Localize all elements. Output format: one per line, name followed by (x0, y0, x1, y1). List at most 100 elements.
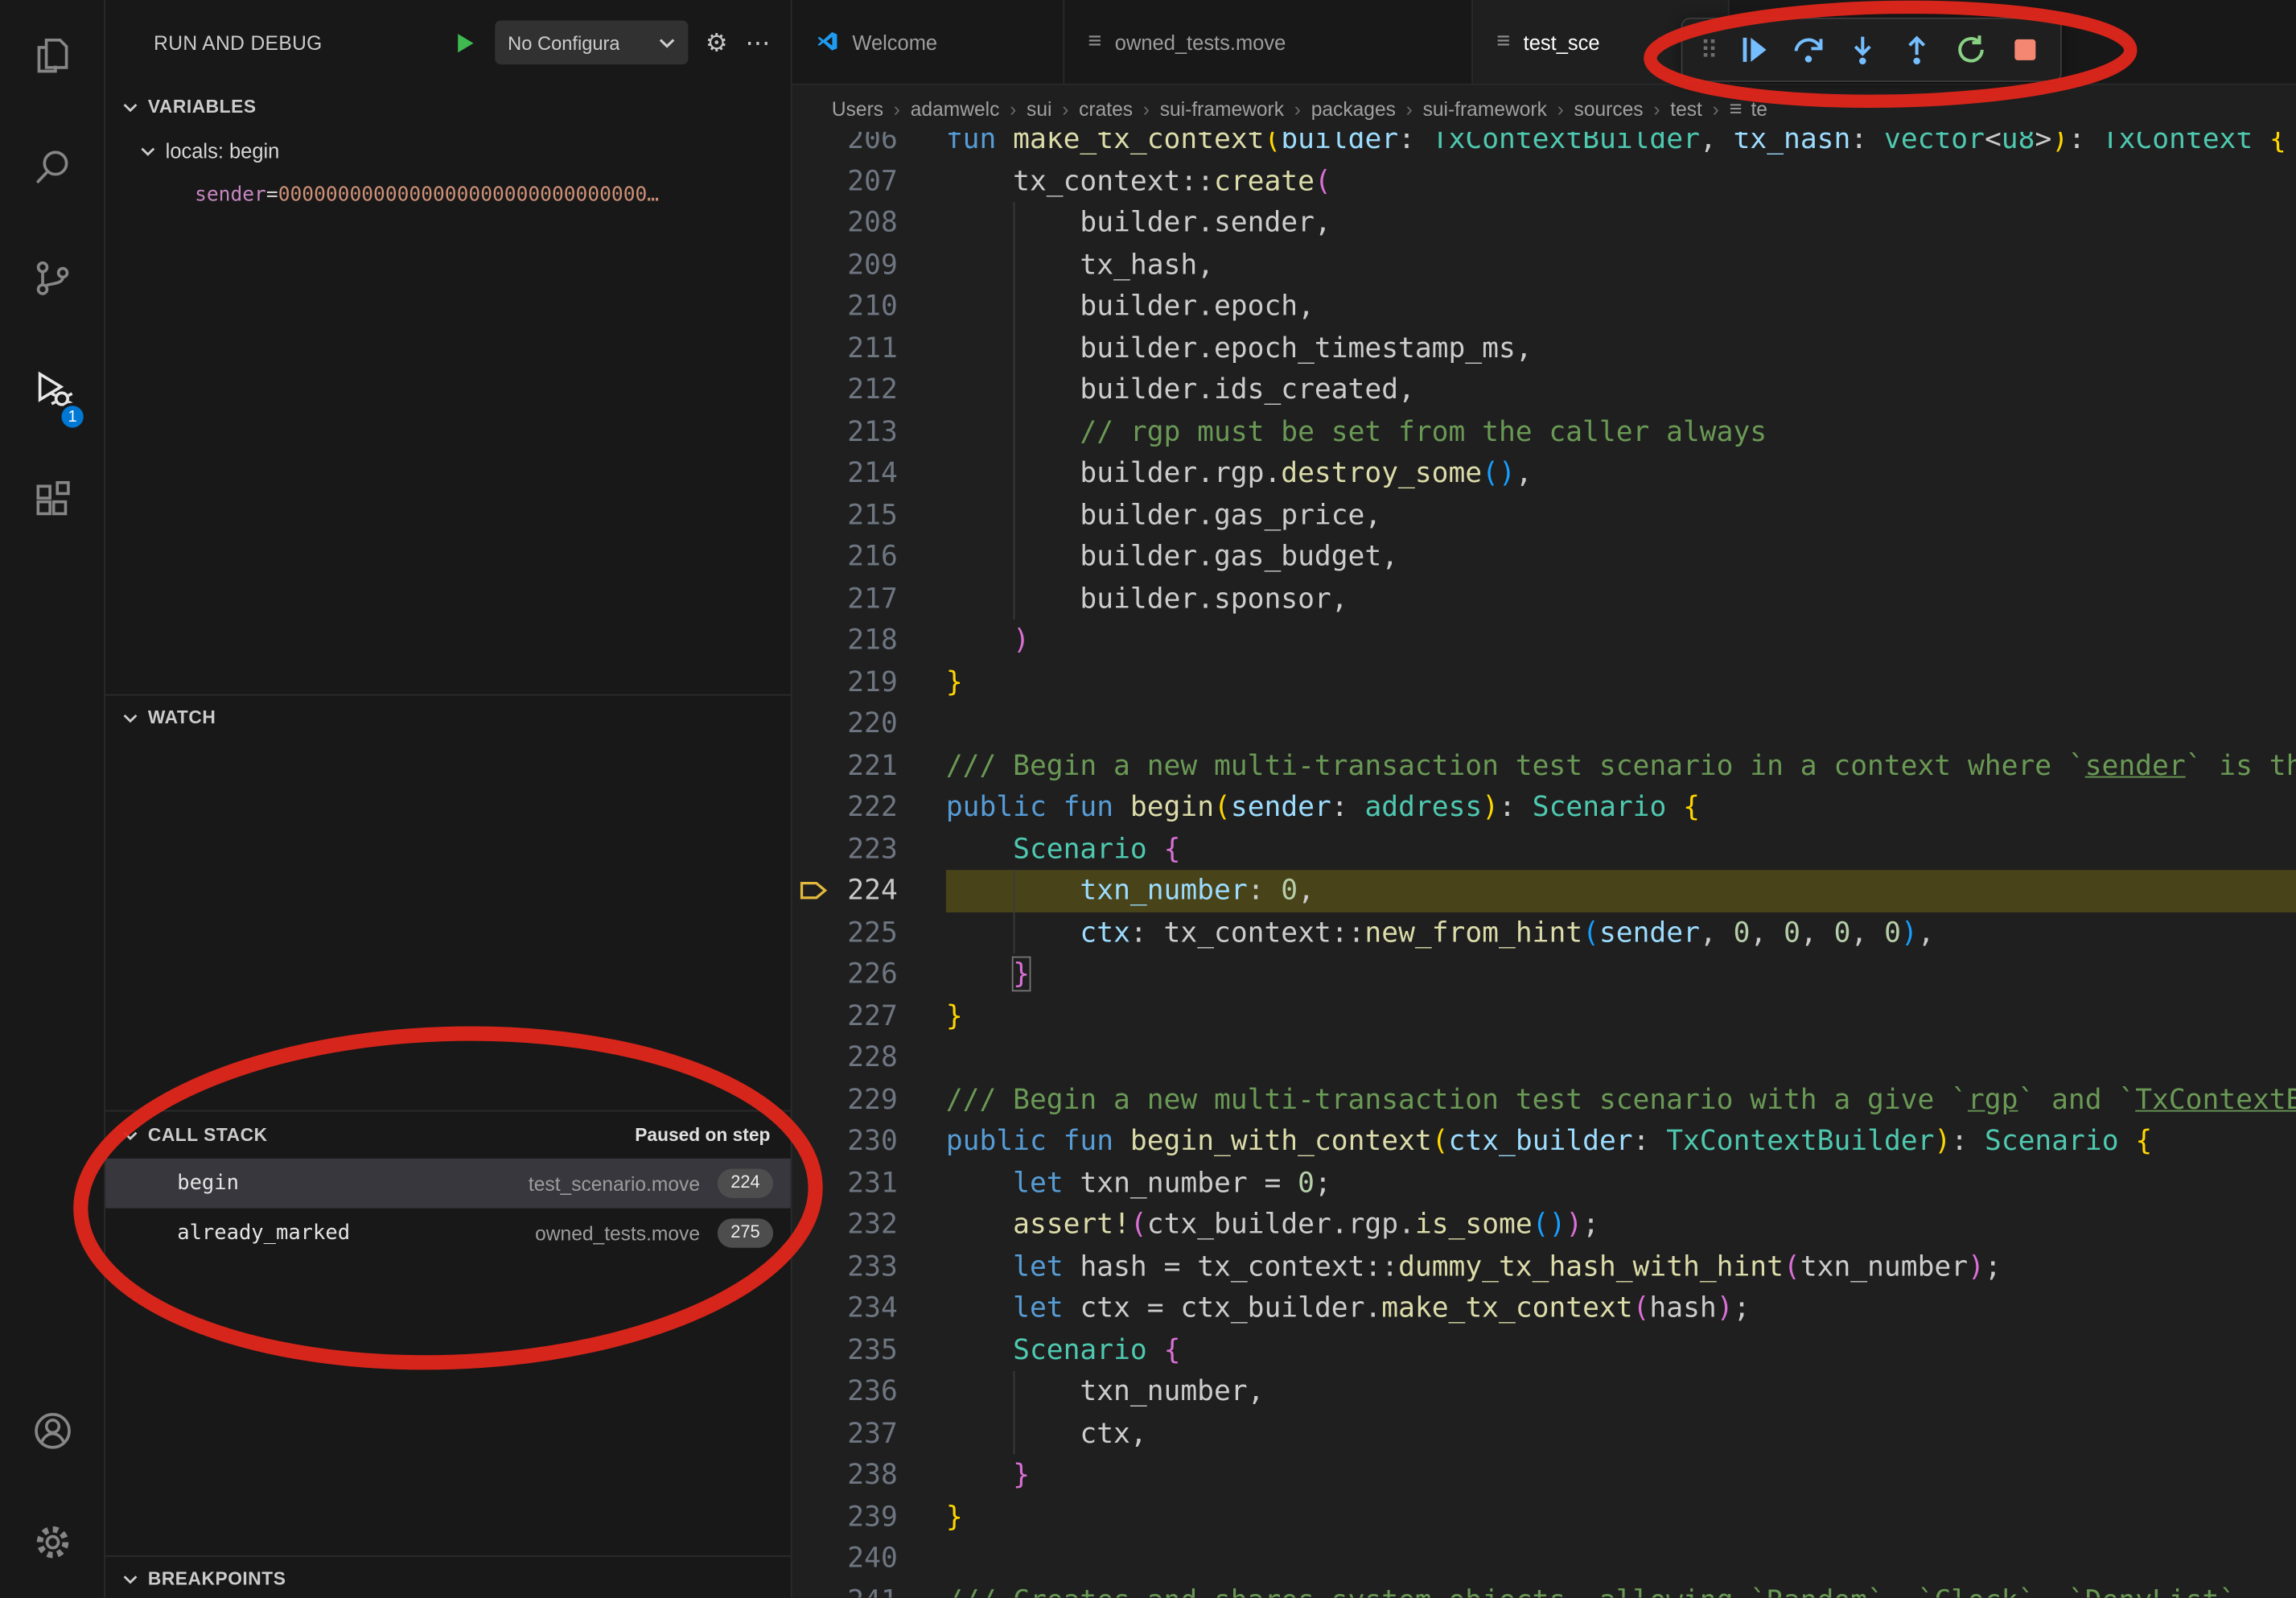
extensions-icon[interactable] (0, 445, 104, 556)
account-icon[interactable] (0, 1375, 104, 1486)
code-line[interactable]: 227} (792, 995, 2296, 1037)
code-line[interactable]: 220 (792, 703, 2296, 745)
code-line[interactable]: 216 builder.gas_budget, (792, 536, 2296, 578)
glyph-margin[interactable] (792, 1413, 837, 1455)
glyph-margin[interactable] (792, 912, 837, 953)
glyph-margin[interactable] (792, 411, 837, 453)
glyph-margin[interactable] (792, 620, 837, 661)
code-line[interactable]: 232 assert!(ctx_builder.rgp.is_some()); (792, 1204, 2296, 1246)
call-stack-section-header[interactable]: CALL STACK Paused on step (105, 1112, 791, 1159)
code-line[interactable]: 234 let ctx = ctx_builder.make_tx_contex… (792, 1287, 2296, 1329)
code-line[interactable]: 231 let txn_number = 0; (792, 1162, 2296, 1204)
debug-configuration-dropdown[interactable]: No Configura (495, 20, 688, 64)
code-line[interactable]: 208 builder.sender, (792, 202, 2296, 244)
glyph-margin[interactable] (792, 160, 837, 202)
code-line[interactable]: 210 builder.epoch, (792, 286, 2296, 327)
breadcrumb-item[interactable]: sui-framework (1423, 97, 1547, 119)
code-line[interactable]: 241/// Creates and shares system objects… (792, 1579, 2296, 1598)
code-line[interactable]: 221/// Begin a new multi-transaction tes… (792, 745, 2296, 787)
breadcrumb-item[interactable]: test (1670, 97, 1702, 119)
call-stack-frame[interactable]: begin test_scenario.move 224 (105, 1159, 791, 1209)
glyph-margin[interactable] (792, 786, 837, 828)
code-line[interactable]: 228 (792, 1037, 2296, 1079)
glyph-margin[interactable] (792, 745, 837, 787)
glyph-margin[interactable] (792, 494, 837, 536)
more-actions-icon[interactable]: ⋯ (745, 30, 770, 55)
glyph-margin[interactable] (792, 995, 837, 1037)
glyph-margin[interactable] (792, 578, 837, 620)
code-line[interactable]: 225 ctx: tx_context::new_from_hint(sende… (792, 912, 2296, 953)
code-line[interactable]: 223 Scenario { (792, 828, 2296, 870)
breadcrumb-item[interactable]: sui (1027, 97, 1051, 119)
glyph-margin[interactable] (792, 536, 837, 578)
code-line[interactable]: 238 } (792, 1454, 2296, 1496)
glyph-margin[interactable] (792, 953, 837, 995)
glyph-margin[interactable] (792, 1454, 837, 1496)
breadcrumb-item[interactable]: packages (1311, 97, 1396, 119)
code-editor[interactable]: 206fun make_tx_context(builder: TxContex… (792, 132, 2296, 1598)
tab-owned-tests[interactable]: ≡ owned_tests.move (1064, 0, 1473, 84)
code-line[interactable]: 230public fun begin_with_context(ctx_bui… (792, 1120, 2296, 1162)
breadcrumb-item[interactable]: sui-framework (1160, 97, 1284, 119)
glyph-margin[interactable] (792, 1037, 837, 1079)
code-line[interactable]: 213 // rgp must be set from the caller a… (792, 411, 2296, 453)
glyph-margin[interactable] (792, 1496, 837, 1538)
watch-section-header[interactable]: WATCH (105, 696, 791, 740)
settings-gear-icon[interactable] (0, 1487, 104, 1598)
search-icon[interactable] (0, 111, 104, 222)
code-line[interactable]: 217 builder.sponsor, (792, 578, 2296, 620)
glyph-margin[interactable] (792, 661, 837, 703)
glyph-margin[interactable] (792, 1538, 837, 1579)
code-line[interactable]: 226 } (792, 953, 2296, 995)
code-line[interactable]: 237 ctx, (792, 1413, 2296, 1455)
code-line[interactable]: 224 txn_number: 0, (792, 870, 2296, 912)
debug-settings-gear-icon[interactable]: ⚙ (706, 30, 728, 55)
restart-button[interactable] (1954, 32, 1989, 68)
continue-button[interactable] (1738, 32, 1773, 68)
run-and-debug-icon[interactable]: 1 (0, 334, 104, 445)
explorer-icon[interactable] (0, 0, 104, 111)
code-line[interactable]: 212 builder.ids_created, (792, 369, 2296, 411)
breadcrumb-item[interactable]: crates (1079, 97, 1133, 119)
glyph-margin[interactable] (792, 1204, 837, 1246)
start-debugging-button[interactable] (452, 30, 477, 55)
code-line[interactable]: 206fun make_tx_context(builder: TxContex… (792, 132, 2296, 160)
code-line[interactable]: 215 builder.gas_price, (792, 494, 2296, 536)
variable-row[interactable]: sender = 0000000000000000000000000000000… (105, 173, 791, 217)
glyph-margin[interactable] (792, 828, 837, 870)
step-into-button[interactable] (1845, 32, 1881, 68)
code-line[interactable]: 229/// Begin a new multi-transaction tes… (792, 1079, 2296, 1121)
glyph-margin[interactable] (792, 286, 837, 327)
glyph-margin[interactable] (792, 244, 837, 286)
glyph-margin[interactable] (792, 452, 837, 494)
stop-button[interactable] (2008, 32, 2043, 68)
breadcrumb-item-file[interactable]: te (1751, 97, 1767, 119)
breakpoints-section-header[interactable]: BREAKPOINTS (105, 1557, 791, 1598)
tab-welcome[interactable]: Welcome (792, 0, 1065, 84)
code-line[interactable]: 211 builder.epoch_timestamp_ms, (792, 327, 2296, 369)
glyph-margin[interactable] (792, 132, 837, 160)
glyph-margin[interactable] (792, 1287, 837, 1329)
code-line[interactable]: 235 Scenario { (792, 1329, 2296, 1371)
variables-section-header[interactable]: VARIABLES (105, 85, 791, 130)
code-line[interactable]: 222public fun begin(sender: address): Sc… (792, 786, 2296, 828)
glyph-margin[interactable] (792, 369, 837, 411)
code-line[interactable]: 219} (792, 661, 2296, 703)
glyph-margin[interactable] (792, 1371, 837, 1413)
glyph-margin[interactable] (792, 1329, 837, 1371)
code-line[interactable]: 239} (792, 1496, 2296, 1538)
breadcrumb-item[interactable]: adamwelc (911, 97, 1000, 119)
glyph-margin[interactable] (792, 202, 837, 244)
glyph-margin[interactable] (792, 327, 837, 369)
code-line[interactable]: 233 let hash = tx_context::dummy_tx_hash… (792, 1246, 2296, 1287)
breadcrumb-item[interactable]: Users (832, 97, 883, 119)
code-line[interactable]: 207 tx_context::create( (792, 160, 2296, 202)
glyph-margin[interactable] (792, 1120, 837, 1162)
step-out-button[interactable] (1900, 32, 1936, 68)
code-line[interactable]: 218 ) (792, 620, 2296, 661)
breadcrumb-item[interactable]: sources (1574, 97, 1644, 119)
code-line[interactable]: 209 tx_hash, (792, 244, 2296, 286)
code-line[interactable]: 236 txn_number, (792, 1371, 2296, 1413)
source-control-icon[interactable] (0, 223, 104, 334)
variables-scope-row[interactable]: locals: begin (105, 129, 791, 173)
